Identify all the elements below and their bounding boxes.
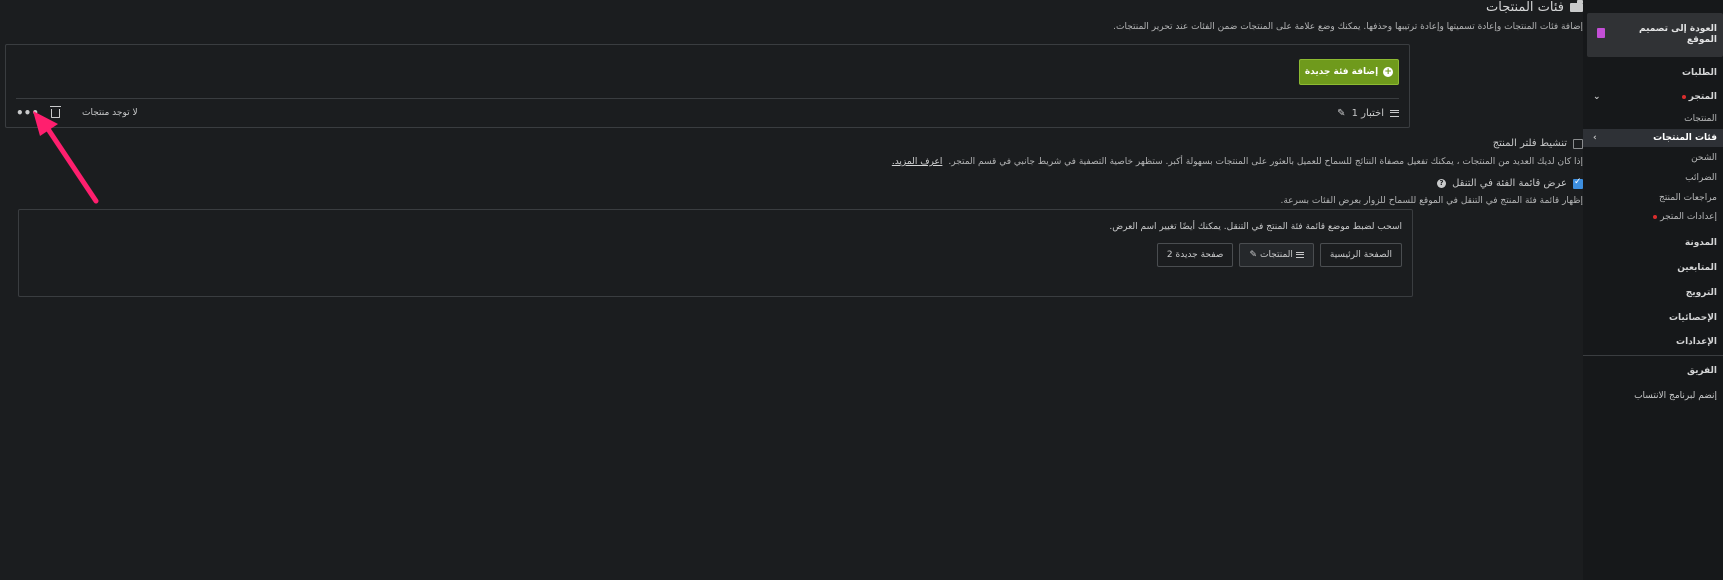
- nav-order-panel: اسحب لضبط موضع قائمة فئة المنتج في التنق…: [18, 209, 1413, 297]
- trash-icon[interactable]: [50, 105, 62, 118]
- categories-panel: + إضافة فئة جديدة اختبار 1 ✎ ••• لا توجد…: [5, 44, 1410, 128]
- sidebar-item-shipping[interactable]: الشحن: [1583, 149, 1723, 167]
- category-products-count: لا توجد منتجات: [82, 108, 138, 118]
- site-design-icon: [1597, 28, 1605, 38]
- divider: [16, 98, 1399, 99]
- sidebar-item-followers[interactable]: المتابعين: [1583, 257, 1723, 279]
- main-content: فئات المنتجات إضافة فئات المنتجات وإعادة…: [0, 0, 1583, 580]
- nav-item-label: الصفحة الرئيسية: [1329, 250, 1392, 260]
- drag-handle-icon[interactable]: [1390, 109, 1399, 117]
- sidebar-item-label: فئات المنتجات: [1653, 133, 1717, 143]
- sidebar-item-promotion[interactable]: الترويج: [1583, 282, 1723, 304]
- sidebar-item-label: المتابعين: [1677, 263, 1717, 273]
- nav-order-description: اسحب لضبط موضع قائمة فئة المنتج في التنق…: [1109, 222, 1402, 232]
- sidebar-item-taxes[interactable]: الضرائب: [1583, 169, 1723, 187]
- sidebar-item-product-categories[interactable]: فئات المنتجات ›: [1583, 129, 1723, 147]
- nav-item-new-page[interactable]: صفحة جديدة 2: [1156, 243, 1234, 267]
- page-description: إضافة فئات المنتجات وإعادة تسميتها وإعاد…: [1113, 22, 1583, 32]
- sidebar-item-store[interactable]: المتجر ⌄: [1583, 86, 1723, 108]
- add-category-button[interactable]: + إضافة فئة جديدة: [1299, 59, 1399, 85]
- sidebar-item-store-settings[interactable]: إعدادات المتجر: [1583, 208, 1723, 226]
- sidebar-item-label: الطلبات: [1681, 68, 1717, 78]
- sidebar-item-label: الترويج: [1685, 288, 1717, 298]
- nav-item-home[interactable]: الصفحة الرئيسية: [1319, 243, 1402, 267]
- sidebar-item-label: مراجعات المنتج: [1659, 193, 1717, 203]
- navigation-help: إظهار قائمة فئة المنتج في التنقل في المو…: [1280, 196, 1583, 206]
- filter-label: تنشيط فلتر المنتج: [1492, 138, 1567, 149]
- sidebar-item-label: الإعدادات: [1676, 337, 1717, 347]
- plus-icon: +: [1383, 67, 1394, 77]
- sidebar-item-label: إنضم لبرنامج الانتساب: [1634, 391, 1717, 401]
- alert-dot-icon: [1653, 215, 1658, 219]
- sidebar-item-label: المتجر: [1688, 92, 1717, 102]
- sidebar-item-statistics[interactable]: الإحصائيات: [1583, 307, 1723, 329]
- navigation-option[interactable]: عرض قائمة الفئة في التنقل ?: [1437, 177, 1583, 189]
- edit-tag-icon[interactable]: ✎: [1337, 108, 1345, 119]
- sidebar-item-affiliate[interactable]: إنضم لبرنامج الانتساب: [1583, 387, 1723, 405]
- category-name[interactable]: اختبار 1: [1352, 108, 1384, 119]
- sidebar-item-label: الضرائب: [1685, 173, 1717, 183]
- sidebar-item-blog[interactable]: المدونة: [1583, 232, 1723, 254]
- sidebar-item-label: المنتجات: [1684, 114, 1717, 124]
- sidebar-item-settings[interactable]: الإعدادات: [1583, 331, 1723, 353]
- page-title: فئات المنتجات: [1486, 0, 1583, 15]
- back-label: العودة إلى تصميم الموقع: [1639, 24, 1717, 45]
- navigation-help-text: إظهار قائمة فئة المنتج في التنقل في المو…: [1280, 196, 1583, 206]
- add-category-label: إضافة فئة جديدة: [1304, 67, 1379, 77]
- filter-option[interactable]: تنشيط فلتر المنتج: [1493, 138, 1583, 149]
- page-title-text: فئات المنتجات: [1486, 0, 1564, 15]
- learn-more-link[interactable]: اعرف المزيد.: [892, 157, 943, 167]
- sidebar-item-label: إعدادات المتجر: [1660, 212, 1717, 222]
- nav-item-label: صفحة جديدة 2: [1166, 250, 1224, 260]
- chevron-down-icon: ⌄: [1593, 92, 1601, 102]
- filter-help: إذا كان لديك العديد من المنتجات ، يمكنك …: [892, 157, 1583, 167]
- sidebar-item-products[interactable]: المنتجات: [1583, 110, 1723, 128]
- sidebar-item-label: الإحصائيات: [1669, 313, 1717, 323]
- navigation-checkbox[interactable]: [1573, 177, 1583, 189]
- pencil-icon[interactable]: ✎: [1249, 250, 1257, 260]
- filter-checkbox[interactable]: [1573, 138, 1583, 149]
- arrow-shaft: [45, 126, 99, 204]
- sidebar: العودة إلى تصميم الموقع الطلبات المتجر ⌄…: [1583, 0, 1723, 580]
- sidebar-divider: [1583, 355, 1723, 356]
- nav-order-items: الصفحة الرئيسية المنتجات ✎ صفحة جديدة 2: [1156, 243, 1402, 267]
- chevron-right-icon: ›: [1593, 133, 1597, 143]
- navigation-label: عرض قائمة الفئة في التنقل: [1452, 178, 1567, 189]
- sidebar-item-product-reviews[interactable]: مراجعات المنتج: [1583, 189, 1723, 207]
- category-row: اختبار 1 ✎ ••• لا توجد منتجات: [16, 103, 1399, 123]
- nav-item-products[interactable]: المنتجات ✎: [1239, 243, 1314, 267]
- sidebar-item-team[interactable]: الفريق: [1583, 360, 1723, 382]
- filter-help-text: إذا كان لديك العديد من المنتجات ، يمكنك …: [948, 157, 1583, 167]
- folder-icon: [1570, 0, 1583, 12]
- sidebar-item-label: الشحن: [1691, 153, 1717, 163]
- alert-dot-icon: [1681, 95, 1686, 99]
- more-options-icon[interactable]: •••: [16, 106, 39, 120]
- sidebar-item-label: المدونة: [1684, 238, 1717, 248]
- sidebar-item-label: الفريق: [1686, 366, 1717, 376]
- help-icon[interactable]: ?: [1437, 179, 1447, 188]
- list-icon: [1295, 252, 1304, 258]
- nav-item-label: المنتجات: [1259, 250, 1293, 260]
- sidebar-item-orders[interactable]: الطلبات: [1583, 62, 1723, 84]
- back-to-site-design-button[interactable]: العودة إلى تصميم الموقع: [1587, 13, 1723, 57]
